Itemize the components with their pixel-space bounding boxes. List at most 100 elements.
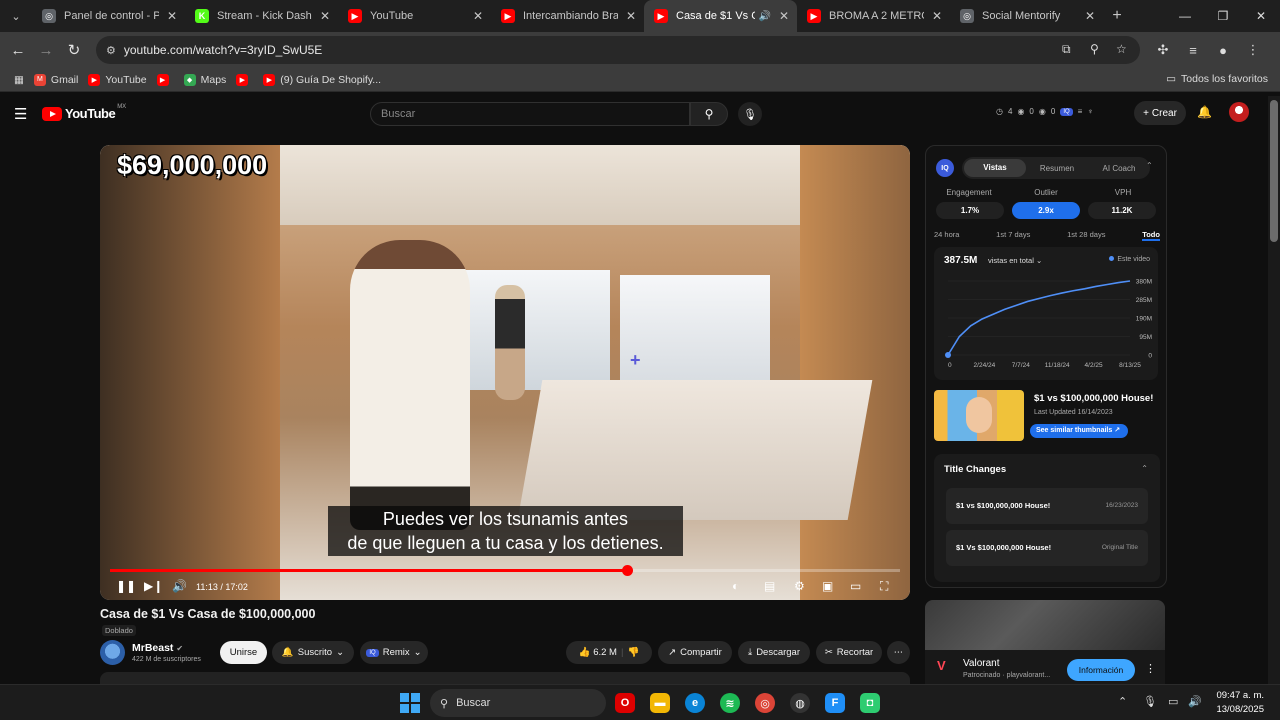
system-clock[interactable]: 09:47 a. m. 13/08/2025 — [1216, 689, 1264, 717]
browser-tab[interactable]: ◎Panel de control - Platz✕ — [32, 0, 185, 32]
reload-icon[interactable]: ↻ — [60, 41, 88, 59]
chevron-up-icon[interactable]: ⌃ — [1146, 161, 1153, 170]
close-tab-icon[interactable]: ✕ — [1085, 9, 1095, 23]
captions-icon[interactable]: ▤ — [764, 579, 775, 593]
ad-info-button[interactable]: Información — [1067, 659, 1135, 681]
page-scrollbar[interactable] — [1268, 96, 1280, 684]
browser-tab[interactable]: ◎ Social Mentorify ✕ — [950, 0, 1103, 32]
video-progress-bar[interactable] — [110, 565, 900, 576]
remix-button[interactable]: IQ Remix ⌄ — [360, 641, 428, 664]
next-icon[interactable]: ▶❙ — [144, 579, 163, 593]
app-icon[interactable]: F — [825, 693, 845, 713]
browser-tab[interactable]: ▶Intercambiando Brainr✕ — [491, 0, 644, 32]
pause-icon[interactable]: ❚❚ — [116, 579, 136, 593]
join-button[interactable]: Unirse — [220, 641, 267, 664]
close-tab-icon[interactable]: ✕ — [167, 9, 177, 23]
views-dropdown[interactable]: vistas en total ⌄ — [988, 256, 1042, 265]
theater-mode-icon[interactable]: ▭ — [850, 579, 861, 593]
bookmark-youtube[interactable]: ▶ YouTube — [88, 73, 147, 86]
description-box[interactable] — [100, 672, 910, 684]
miniplayer-icon[interactable]: ▣ — [822, 579, 833, 593]
bookmark-maps[interactable]: ◆ Maps — [183, 73, 226, 86]
taskbar-search[interactable]: ⚲ Buscar — [430, 689, 606, 717]
bookmark-youtube-2[interactable]: ▶ — [156, 73, 174, 86]
profile-icon[interactable]: ● — [1208, 43, 1238, 58]
browser-tab[interactable]: ▶ BROMA A 2 METRO ✕ — [797, 0, 950, 32]
search-button[interactable]: ⚲ — [690, 102, 728, 126]
chevron-up-icon[interactable]: ⌃ — [1141, 464, 1148, 473]
voice-search-button[interactable]: 🎙 — [738, 102, 762, 126]
video-thumbnail[interactable] — [934, 390, 1024, 441]
spotify-icon[interactable]: ≋ — [720, 693, 740, 713]
tab-ai-coach[interactable]: AI Coach — [1088, 164, 1150, 173]
microphone-icon[interactable]: 🎙 — [1143, 695, 1157, 708]
close-tab-icon[interactable]: ✕ — [320, 9, 330, 23]
minimize-button[interactable]: — — [1166, 0, 1204, 32]
channel-name[interactable]: MrBeast ✔ — [132, 642, 183, 654]
metric-engagement[interactable]: 1.7% — [936, 202, 1004, 219]
list-icon[interactable]: ≡ — [1078, 107, 1083, 116]
tab-resumen[interactable]: Resumen — [1026, 164, 1088, 173]
close-tab-icon[interactable]: ✕ — [473, 9, 483, 23]
app-icon[interactable]: ◘ — [860, 693, 880, 713]
user-avatar[interactable] — [1229, 102, 1249, 122]
create-button[interactable]: + Crear — [1134, 101, 1186, 125]
site-info-icon[interactable]: ⚙ — [106, 44, 116, 57]
download-button[interactable]: ⤓ Descargar — [738, 641, 810, 664]
all-bookmarks[interactable]: ▭ Todos los favoritos — [1166, 73, 1268, 85]
autoplay-toggle[interactable]: ◐ — [732, 579, 739, 593]
address-bar[interactable]: ⚙ youtube.com/watch?v=3ryID_SwU5E ⧉ ⚲ ☆ — [96, 36, 1140, 64]
close-tab-icon[interactable]: ✕ — [779, 9, 789, 23]
apps-icon[interactable]: ▦ — [14, 74, 24, 86]
volume-icon[interactable]: 🔊 — [172, 579, 187, 593]
clip-button[interactable]: ✂ Recortar — [816, 641, 882, 664]
vidiq-icon[interactable]: IQ — [1060, 107, 1073, 116]
hamburger-menu-icon[interactable]: ☰ — [14, 105, 27, 123]
windows-start-icon[interactable] — [400, 693, 420, 713]
ad-image[interactable] — [925, 600, 1165, 650]
range-24h[interactable]: 24 hora — [934, 230, 959, 241]
back-icon[interactable]: ← — [4, 42, 32, 59]
similar-thumbnails-button[interactable]: See similar thumbnails ↗ — [1030, 424, 1128, 438]
bookmark-gmail[interactable]: M Gmail — [33, 73, 78, 86]
bookmark-shopify[interactable]: ▶ (9) Guía De Shopify... — [263, 73, 381, 86]
edge-icon[interactable]: e — [685, 693, 705, 713]
forward-icon[interactable]: → — [32, 42, 60, 59]
subscribed-button[interactable]: 🔔 Suscrito ⌄ — [272, 641, 354, 664]
range-28d[interactable]: 1st 28 days — [1067, 230, 1105, 241]
new-tab-button[interactable]: + — [1103, 7, 1131, 25]
close-tab-icon[interactable]: ✕ — [932, 9, 942, 23]
notifications-bell-icon[interactable]: 🔔 — [1197, 105, 1212, 119]
browser-tab[interactable]: KStream - Kick Dashboard✕ — [185, 0, 338, 32]
chevron-up-icon[interactable]: ⌃ — [1118, 695, 1127, 708]
settings-gear-icon[interactable]: ⚙ — [794, 579, 805, 593]
close-tab-icon[interactable]: ✕ — [626, 9, 636, 23]
youtube-logo[interactable]: YouTube MX — [42, 104, 126, 121]
metric-outlier[interactable]: 2.9x — [1012, 202, 1080, 219]
more-icon[interactable]: ⋮ — [1145, 662, 1156, 675]
network-icon[interactable]: ▭ — [1168, 695, 1178, 708]
share-button[interactable]: ↗ Compartir — [658, 641, 732, 664]
search-input[interactable]: Buscar — [370, 102, 690, 126]
range-7d[interactable]: 1st 7 days — [996, 230, 1030, 241]
menu-icon[interactable]: ⋮ — [1238, 42, 1268, 58]
range-all[interactable]: Todo — [1142, 230, 1160, 241]
video-player[interactable]: $69,000,000 + Puedes ver los tsunamis an… — [100, 145, 910, 600]
scrollbar-thumb[interactable] — [1270, 100, 1278, 242]
opera-icon[interactable]: O — [615, 693, 635, 713]
more-actions-button[interactable]: ⋯ — [887, 641, 910, 664]
chrome-icon[interactable]: ◎ — [755, 693, 775, 713]
bookmark-youtube-3[interactable]: ▶ — [236, 73, 253, 86]
trophy-icon[interactable]: ♆ — [1087, 107, 1093, 116]
tab-audio-icon[interactable]: 🔊 — [759, 11, 771, 22]
browser-tab[interactable]: ▶Casa de $1 Vs Casa🔊✕ — [644, 0, 797, 32]
metric-vph[interactable]: 11.2K — [1088, 202, 1156, 219]
zoom-icon[interactable]: ⚲ — [1090, 42, 1099, 56]
install-icon[interactable]: ⧉ — [1062, 42, 1071, 57]
bookmark-star-icon[interactable]: ☆ — [1116, 42, 1127, 56]
extensions-icon[interactable]: ✣ — [1148, 42, 1178, 58]
obs-icon[interactable]: ◍ — [790, 693, 810, 713]
media-icon[interactable]: ≡ — [1178, 43, 1208, 58]
browser-tab[interactable]: ▶ YouTube ✕ — [338, 0, 491, 32]
like-button[interactable]: 👍 6.2 M — [579, 647, 617, 658]
